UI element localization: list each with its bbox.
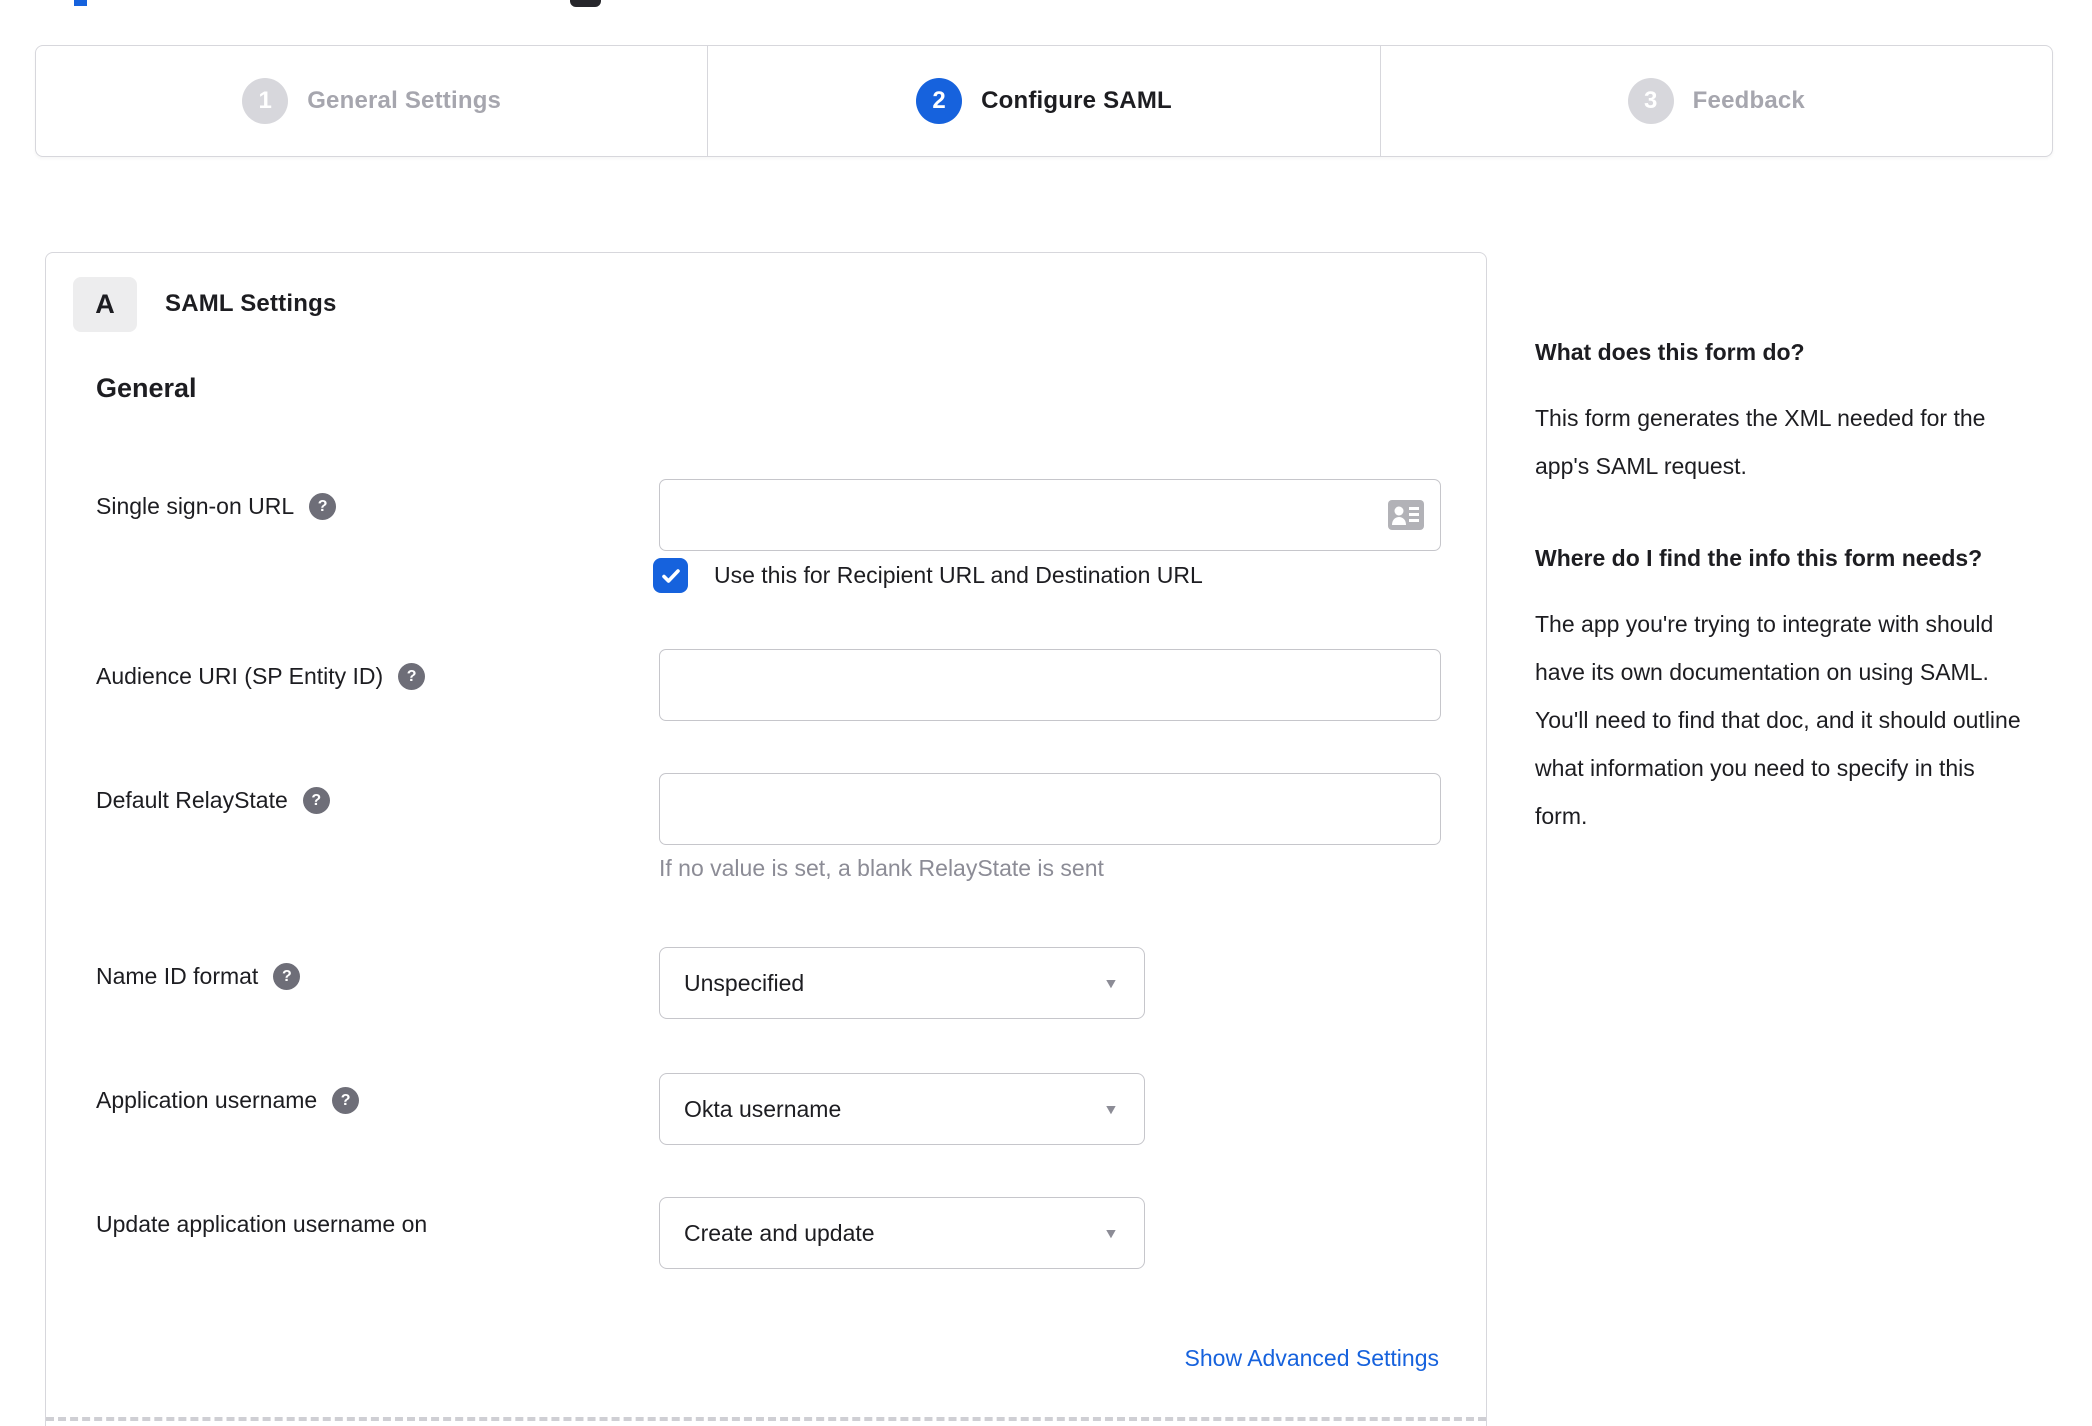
panel-title: SAML Settings: [165, 290, 337, 317]
help-icon[interactable]: ?: [273, 963, 301, 990]
general-section-heading: General: [96, 373, 197, 403]
label-text: Default RelayState: [96, 787, 288, 813]
update-username-label: Update application username on: [96, 1211, 427, 1238]
step-general-settings[interactable]: 1 General Settings: [36, 46, 707, 156]
application-username-select[interactable]: Okta username ▼: [659, 1073, 1145, 1145]
step-number-badge: 2: [916, 78, 963, 124]
step-label: General Settings: [307, 87, 502, 114]
step-number-badge: 3: [1627, 78, 1674, 124]
audience-uri-label: Audience URI (SP Entity ID) ?: [96, 663, 426, 690]
help-question-2: Where do I find the info this form needs…: [1535, 545, 1983, 571]
step-label: Configure SAML: [981, 87, 1172, 114]
help-answer-2: The app you're trying to integrate with …: [1535, 611, 2021, 829]
recipient-url-checkbox-label: Use this for Recipient URL and Destinati…: [714, 562, 1203, 588]
relay-state-hint: If no value is set, a blank RelayState i…: [659, 855, 1104, 881]
application-username-label: Application username ?: [96, 1087, 360, 1114]
help-sidebar: What does this form do? This form genera…: [1535, 330, 2021, 840]
sso-url-label: Single sign-on URL ?: [96, 493, 337, 520]
selected-value: Okta username: [684, 1095, 842, 1122]
step-label: Feedback: [1692, 87, 1805, 114]
recipient-url-checkbox-row: Use this for Recipient URL and Destinati…: [653, 558, 1203, 593]
name-id-format-select[interactable]: Unspecified ▼: [659, 947, 1145, 1019]
dropdown-caret-icon: ▼: [1103, 1101, 1120, 1117]
step-configure-saml[interactable]: 2 Configure SAML: [707, 46, 1379, 156]
audience-uri-field-wrap: [659, 649, 1441, 721]
step-number-badge: 1: [242, 78, 289, 124]
checkmark-icon: [661, 568, 680, 583]
sso-url-input[interactable]: [659, 479, 1441, 551]
dashed-section-divider: [46, 1417, 1486, 1421]
relay-state-field-wrap: [659, 773, 1441, 845]
help-icon[interactable]: ?: [332, 1087, 360, 1114]
section-a-badge: A: [73, 277, 137, 332]
sso-url-field-wrap: [659, 479, 1441, 551]
cropped-dark-icon: [570, 0, 601, 7]
audience-uri-input[interactable]: [659, 649, 1441, 721]
selected-value: Unspecified: [684, 969, 805, 996]
wizard-stepper: 1 General Settings 2 Configure SAML 3 Fe…: [35, 45, 2053, 157]
label-text: Application username: [96, 1087, 318, 1113]
help-question-1: What does this form do?: [1535, 339, 1805, 365]
label-text: Audience URI (SP Entity ID): [96, 663, 384, 689]
dropdown-caret-icon: ▼: [1103, 1225, 1120, 1241]
help-icon[interactable]: ?: [302, 787, 330, 814]
help-icon[interactable]: ?: [309, 493, 337, 520]
selected-value: Create and update: [684, 1219, 875, 1246]
name-id-format-label: Name ID format ?: [96, 963, 301, 990]
dropdown-caret-icon: ▼: [1103, 975, 1120, 991]
cropped-blue-element: [74, 0, 87, 6]
label-text: Update application username on: [96, 1211, 428, 1237]
step-feedback[interactable]: 3 Feedback: [1379, 46, 2052, 156]
relay-state-label: Default RelayState ?: [96, 787, 330, 814]
contact-card-icon[interactable]: [1388, 500, 1424, 530]
label-text: Single sign-on URL: [96, 493, 295, 519]
help-icon[interactable]: ?: [398, 663, 426, 690]
saml-settings-panel: A SAML Settings General Single sign-on U…: [45, 252, 1487, 1426]
recipient-url-checkbox[interactable]: [653, 558, 688, 593]
help-answer-1: This form generates the XML needed for t…: [1535, 405, 1986, 479]
show-advanced-settings-link[interactable]: Show Advanced Settings: [1185, 1345, 1439, 1372]
label-text: Name ID format: [96, 963, 259, 989]
update-username-select[interactable]: Create and update ▼: [659, 1197, 1145, 1269]
relay-state-input[interactable]: [659, 773, 1441, 845]
